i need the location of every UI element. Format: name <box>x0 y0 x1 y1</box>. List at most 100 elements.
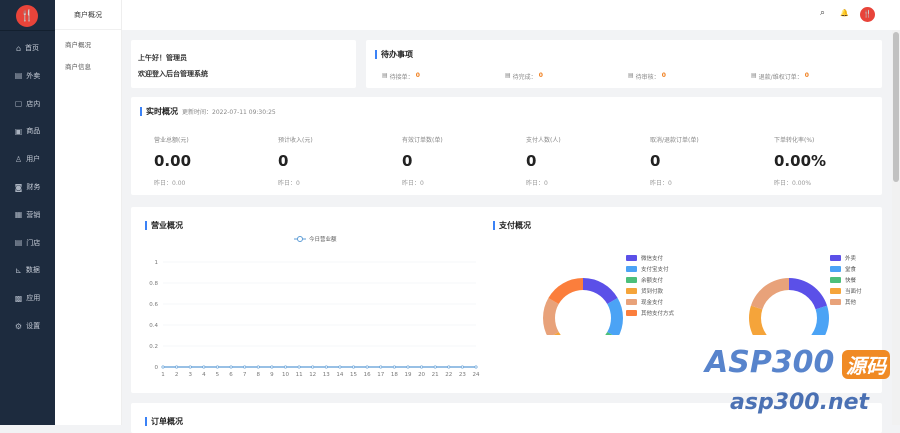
x-tick-label: 3 <box>188 372 192 378</box>
x-tick-label: 23 <box>459 372 466 378</box>
legend-label: 当面付 <box>845 288 862 295</box>
legend-label: 其他支付方式 <box>641 310 675 317</box>
data-point <box>433 365 437 369</box>
sidebar-item-label: 商品 <box>26 127 41 136</box>
data-point <box>338 365 342 369</box>
sidebar-item[interactable]: ♙ 用户 <box>0 149 55 169</box>
pending-count: 0 <box>661 72 666 79</box>
legend-label: 外卖 <box>845 255 857 262</box>
stat-value: 0 <box>278 152 289 170</box>
data-point <box>175 365 179 369</box>
data-point <box>243 365 247 369</box>
legend-item[interactable]: 余额支付 <box>626 276 674 284</box>
sidebar-item[interactable]: ⚙ 设置 <box>0 316 55 336</box>
x-tick-label: 13 <box>323 372 330 378</box>
watermark-badge: 源码 <box>842 350 890 379</box>
data-point <box>188 365 192 369</box>
top-header: ⌕ 🔔 🍴 <box>122 0 900 30</box>
legend-item[interactable]: 当面付 <box>830 287 862 295</box>
legend-swatch <box>626 309 637 316</box>
stat-yesterday: 昨日：0 <box>650 180 672 187</box>
data-point <box>215 365 219 369</box>
legend-item[interactable]: 支付宝支付 <box>626 265 674 273</box>
legend-item[interactable]: 现金支付 <box>626 298 674 306</box>
stat-yesterday: 昨日：0 <box>526 180 548 187</box>
legend-label: 微信支付 <box>641 255 664 262</box>
document-icon: ▤ <box>505 72 511 79</box>
sidebar-item[interactable]: ▢ 店内 <box>0 94 55 114</box>
pending-item[interactable]: ▤ 待完成： 0 <box>505 72 543 81</box>
sidebar-item[interactable]: ▣ 商品 <box>0 121 55 141</box>
x-tick-label: 4 <box>202 372 206 378</box>
scrollbar[interactable] <box>892 30 900 425</box>
submenu-item-overview[interactable]: 商户概况 <box>55 34 121 56</box>
nav-icon: ⊾ <box>15 265 22 275</box>
avatar[interactable]: 🍴 <box>860 7 875 22</box>
legend-swatch <box>830 298 841 305</box>
legend-swatch <box>626 254 637 261</box>
app-logo[interactable]: 🍴 <box>16 5 38 27</box>
legend-label: 快餐 <box>845 277 857 284</box>
pie-slice <box>750 278 789 310</box>
data-point <box>447 365 451 369</box>
stat-yesterday: 昨日：0.00 <box>154 180 186 187</box>
y-tick-label: 0.8 <box>149 281 158 287</box>
sidebar-item[interactable]: ⌂ 首页 <box>0 38 55 58</box>
legend-label: 支付宝支付 <box>641 266 669 273</box>
legend-item[interactable]: 其他支付方式 <box>626 309 675 317</box>
sidebar-item[interactable]: ⊾ 数据 <box>0 260 55 280</box>
stat-label: 预计收入(元) <box>278 137 313 144</box>
pending-count: 0 <box>804 72 809 79</box>
sidebar-item-label: 营销 <box>26 210 41 219</box>
legend-item[interactable]: 微信支付 <box>626 254 674 262</box>
x-tick-label: 21 <box>432 372 439 378</box>
scrollbar-thumb[interactable] <box>893 32 899 182</box>
stat-label: 取消/退款订单(单) <box>650 137 699 144</box>
sidebar-item[interactable]: ▩ 应用 <box>0 288 55 308</box>
legend-item[interactable]: 货到付款 <box>626 287 674 295</box>
legend-swatch <box>626 265 637 272</box>
stat-label: 营业总额(元) <box>154 137 189 144</box>
submenu-item-info[interactable]: 商户信息 <box>55 56 121 78</box>
pie-slice <box>543 298 559 338</box>
x-tick-label: 2 <box>175 372 179 378</box>
sidebar-item-label: 用户 <box>26 155 41 164</box>
legend-label: 货到付款 <box>641 288 664 295</box>
revenue-line-chart: 00.20.40.60.811 2 3 4 5 6 7 8 9 10 11 12 13 14 15 16 17 1… <box>149 235 480 378</box>
pending-item[interactable]: ▤ 待审核： 0 <box>628 72 666 81</box>
sidebar-item[interactable]: ▤ 外卖 <box>0 66 55 86</box>
pending-item[interactable]: ▤ 退款/维权订单： 0 <box>751 72 809 81</box>
x-tick-label: 15 <box>350 372 357 378</box>
pending-label: 待接单： <box>389 74 414 81</box>
pie-legend-payment: 微信支付支付宝支付余额支付货到付款现金支付其他支付方式 <box>626 254 675 317</box>
data-point <box>352 365 356 369</box>
sidebar-item[interactable]: ◙ 财务 <box>0 177 55 197</box>
search-icon[interactable]: ⌕ <box>820 8 825 18</box>
sidebar-item[interactable]: ▦ 营销 <box>0 205 55 225</box>
pending-title: 待办事项 <box>375 50 413 59</box>
watermark-url: asp300.net <box>730 390 870 415</box>
bell-icon[interactable]: 🔔 <box>840 9 849 17</box>
legend-item[interactable]: 其他 <box>830 298 862 306</box>
submenu: 商户概况 商户概况 商户信息 <box>55 0 122 425</box>
pie-slice <box>789 278 828 310</box>
data-point <box>283 365 287 369</box>
data-point <box>379 365 383 369</box>
realtime-card: 实时概况 更新时间：2022-07-11 09:30:25 营业总额(元) 0.0… <box>131 97 882 195</box>
update-time: 更新时间：2022-07-11 09:30:25 <box>182 109 276 116</box>
sidebar-item[interactable]: ▤ 门店 <box>0 233 55 253</box>
x-tick-label: 7 <box>243 372 247 378</box>
legend-item[interactable]: 快餐 <box>830 276 862 284</box>
x-tick-label: 19 <box>404 372 411 378</box>
data-point <box>460 365 464 369</box>
stat-item: 取消/退款订单(单) 0 昨日：0 <box>650 135 770 187</box>
stat-label: 有效订单数(单) <box>402 137 443 144</box>
legend-item[interactable]: 堂食 <box>830 265 862 273</box>
stat-value: 0.00 <box>154 152 192 170</box>
pending-item[interactable]: ▤ 待接单： 0 <box>382 72 420 81</box>
legend-swatch <box>830 287 841 294</box>
document-icon: ▤ <box>628 72 634 79</box>
legend-item[interactable]: 外卖 <box>830 254 862 262</box>
data-point <box>324 365 328 369</box>
nav-icon: ▢ <box>14 99 23 109</box>
